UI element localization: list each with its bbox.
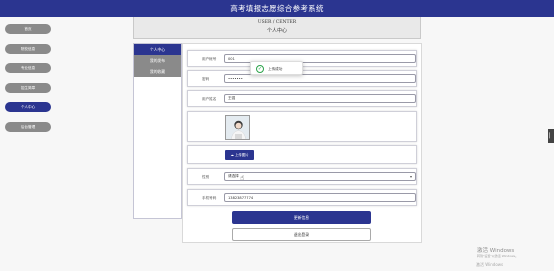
upload-button-label: 上传图片 [234, 153, 249, 157]
phone-label: 手机号码 [202, 196, 217, 200]
cloud-upload-icon: ☁ [230, 153, 234, 157]
nav-item-home[interactable]: 首页 [5, 24, 51, 34]
activation-watermark-repeat: 激活 Windows [476, 262, 504, 267]
avatar-row [187, 111, 417, 142]
phone-row: 手机号码 [187, 189, 417, 206]
nav-item-admin[interactable]: 后台管理 [5, 121, 51, 132]
top-bar: 高考填报志愿综合参考系统 [0, 0, 554, 17]
nav-item-schools[interactable]: 院校信息 [5, 43, 51, 54]
update-info-button[interactable]: 更新信息 [232, 211, 371, 224]
phone-field[interactable] [224, 193, 416, 202]
upload-image-button[interactable]: ☁ 上传图片 [225, 150, 254, 160]
page-title: 个人中心 [266, 28, 287, 34]
gender-select[interactable]: 请选择 ▾ [224, 172, 416, 181]
name-label: 用户姓名 [202, 97, 217, 101]
nav-item-admissions[interactable]: 招生简章 [5, 82, 51, 93]
toast-message: 上传成功 [268, 67, 283, 71]
success-toast: ✓ 上传成功 [250, 61, 303, 75]
gender-select-value: 请选择 [228, 174, 239, 178]
tab-my-posts[interactable]: 我的发布 [134, 55, 181, 66]
activation-watermark-hint: 转到"设置"以激活 Windows。 [477, 254, 519, 258]
app-title: 高考填报志愿综合参考系统 [230, 4, 324, 13]
nav-item-personal-center[interactable]: 个人中心 [5, 102, 51, 112]
hand-cursor-icon: ☝ [240, 174, 245, 182]
tab-my-favorites[interactable]: 我的收藏 [134, 66, 181, 77]
avatar-image [226, 116, 249, 139]
gender-row: 性别 请选择 ▾ [187, 168, 417, 185]
name-field[interactable] [224, 94, 416, 103]
side-edge-tab[interactable]: ▏ [548, 129, 554, 143]
left-nav: 首页 院校信息 专业信息 招生简章 个人中心 后台管理 [5, 24, 53, 141]
page-title-en: USER / CENTER [257, 20, 297, 25]
page-header: USER / CENTER 个人中心 [133, 17, 421, 39]
check-circle-icon: ✓ [256, 65, 264, 73]
nav-item-majors[interactable]: 专业信息 [5, 63, 51, 73]
upload-row: ☁ 上传图片 [187, 145, 417, 164]
chevron-down-icon: ▾ [409, 174, 412, 179]
gender-label: 性别 [202, 175, 210, 179]
tab-personal-center[interactable]: 个人中心 [134, 44, 181, 55]
account-label: 用户帐号 [202, 57, 217, 61]
password-field[interactable] [224, 74, 416, 83]
avatar [225, 115, 250, 140]
side-tabs: 个人中心 我的发布 我的收藏 [133, 43, 182, 219]
logout-button[interactable]: 退出登录 [232, 228, 371, 241]
activation-watermark-title: 激活 Windows [477, 248, 515, 254]
password-label: 密码 [202, 77, 210, 81]
name-row: 用户姓名 [187, 90, 417, 107]
